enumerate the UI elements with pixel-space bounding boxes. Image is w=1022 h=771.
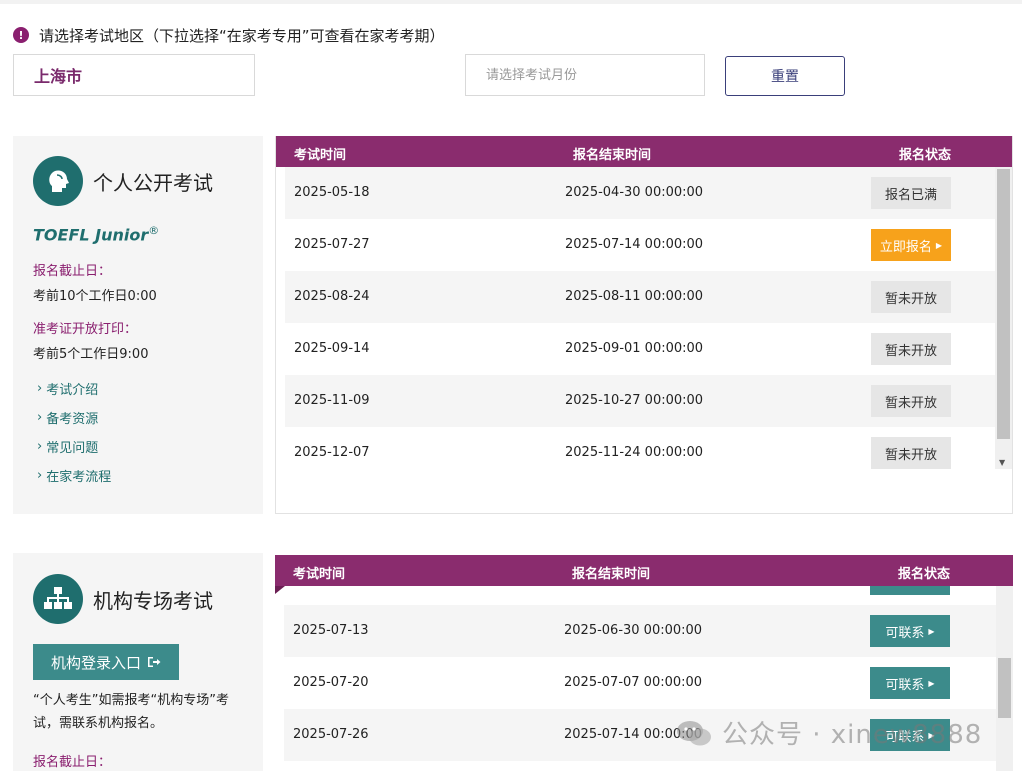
link-faq[interactable]: › 常见问题 bbox=[37, 432, 111, 461]
table-row: 2025-05-18 2025-04-30 00:00:00 报名已满 bbox=[285, 167, 997, 219]
institution-exam-card: 机构专场考试 机构登录入口 “个人考生”如需报考“机构专场”考试，需联系机构报名… bbox=[13, 553, 263, 771]
col-status: 报名状态 bbox=[898, 567, 951, 582]
contact-button[interactable]: 可联系 ▶ bbox=[870, 667, 950, 699]
chevron-right-icon: › bbox=[37, 410, 43, 425]
top-divider bbox=[0, 0, 1022, 4]
status-button-partial[interactable] bbox=[870, 586, 950, 595]
scrollbar-thumb[interactable] bbox=[998, 658, 1011, 718]
status-button[interactable]: 暂未开放 bbox=[871, 333, 951, 365]
reg-end-time: 2025-07-14 00:00:00 bbox=[565, 237, 704, 252]
table-row: 2025-09-14 2025-09-01 00:00:00 暂未开放 bbox=[285, 323, 997, 375]
wechat-icon bbox=[677, 720, 711, 745]
institution-note: “个人考生”如需报考“机构专场”考试，需联系机构报名。 bbox=[33, 693, 229, 731]
deadline-label: 报名截止日： bbox=[33, 264, 112, 279]
col-status: 报名状态 bbox=[899, 148, 952, 163]
month-input[interactable] bbox=[465, 54, 705, 96]
link-prep-resources[interactable]: › 备考资源 bbox=[37, 403, 111, 432]
status-button[interactable]: 暂未开放 bbox=[871, 437, 951, 469]
table-row: 2025-07-13 2025-06-30 00:00:00 可联系 ▶ bbox=[284, 605, 996, 657]
exam-date: 2025-11-09 bbox=[294, 393, 370, 408]
deadline-value: 考前10个工作日0:00 bbox=[33, 289, 157, 304]
alert-icon: ! bbox=[13, 27, 29, 43]
exam-date: 2025-08-24 bbox=[294, 289, 370, 304]
region-select-value: 上海市 bbox=[34, 67, 83, 86]
region-notice: ! 请选择考试地区（下拉选择“在家考专用”可查看在家考考期） bbox=[13, 25, 445, 45]
reg-end-time: 2025-07-07 00:00:00 bbox=[564, 675, 703, 690]
triangle-right-icon: ▶ bbox=[935, 240, 943, 250]
exam-date: 2025-07-26 bbox=[293, 727, 369, 742]
status-button[interactable]: 报名已满 bbox=[871, 177, 951, 209]
status-button[interactable]: 暂未开放 bbox=[871, 385, 951, 417]
triangle-right-icon: ▶ bbox=[928, 678, 935, 688]
exam-date: 2025-07-27 bbox=[294, 237, 370, 252]
reg-end-time: 2025-10-27 00:00:00 bbox=[565, 393, 704, 408]
reset-button[interactable]: 重置 bbox=[725, 56, 845, 96]
reg-end-time: 2025-06-30 00:00:00 bbox=[564, 623, 703, 638]
table-row: 2025-07-20 2025-07-07 00:00:00 可联系 ▶ bbox=[284, 657, 996, 709]
wechat-watermark: 公众号 · xinew8888 bbox=[676, 714, 982, 751]
chevron-right-icon: › bbox=[37, 439, 43, 454]
personal-exam-title: 个人公开考试 bbox=[93, 170, 213, 195]
reg-end-time: 2025-04-30 00:00:00 bbox=[565, 185, 704, 200]
scroll-down-icon[interactable]: ▼ bbox=[999, 458, 1005, 467]
table-header: 考试时间 报名结束时间 报名状态 bbox=[275, 555, 1013, 594]
chevron-right-icon: › bbox=[37, 468, 43, 483]
col-reg-end: 报名结束时间 bbox=[573, 148, 652, 163]
toefl-junior-logo: TOEFL Junior® bbox=[33, 224, 160, 245]
personal-exam-table: 考试时间 报名结束时间 报名状态 2025-05-18 2025-04-30 0… bbox=[275, 136, 1013, 514]
org-chart-icon bbox=[33, 574, 83, 624]
col-exam-date: 考试时间 bbox=[294, 148, 347, 163]
region-select[interactable]: 上海市 bbox=[13, 54, 255, 96]
reg-end-time: 2025-09-01 00:00:00 bbox=[565, 341, 704, 356]
table-row: 2025-07-27 2025-07-14 00:00:00 立即报名 ▶ bbox=[285, 219, 997, 271]
exam-date: 2025-05-18 bbox=[294, 185, 370, 200]
table-body: 2025-05-18 2025-04-30 00:00:00 报名已满 2025… bbox=[285, 167, 997, 479]
table-header: 考试时间 报名结束时间 报名状态 bbox=[276, 136, 1012, 167]
link-home-exam-flow[interactable]: › 在家考流程 bbox=[37, 461, 111, 490]
exam-date: 2025-12-07 bbox=[294, 445, 370, 460]
triangle-right-icon: ▶ bbox=[928, 626, 935, 636]
personal-exam-card: 个人公开考试 TOEFL Junior® 报名截止日： 考前10个工作日0:00… bbox=[13, 136, 263, 514]
exam-date: 2025-07-20 bbox=[293, 675, 369, 690]
table-row: 2025-12-07 2025-11-24 00:00:00 暂未开放 bbox=[285, 427, 997, 479]
table-row: 2025-08-24 2025-08-11 00:00:00 暂未开放 bbox=[285, 271, 997, 323]
link-exam-intro[interactable]: › 考试介绍 bbox=[37, 374, 111, 403]
side-links: › 考试介绍 › 备考资源 › 常见问题 › 在家考流程 bbox=[37, 374, 111, 490]
scrollbar-thumb[interactable] bbox=[997, 169, 1010, 439]
personal-exam-header: 个人公开考试 bbox=[33, 156, 213, 206]
exam-date: 2025-09-14 bbox=[294, 341, 370, 356]
register-now-button[interactable]: 立即报名 ▶ bbox=[871, 229, 951, 261]
reg-end-time: 2025-11-24 00:00:00 bbox=[565, 445, 704, 460]
print-value: 考前5个工作日9:00 bbox=[33, 347, 149, 362]
exam-date: 2025-07-13 bbox=[293, 623, 369, 638]
print-label: 准考证开放打印： bbox=[33, 322, 138, 337]
region-notice-text: 请选择考试地区（下拉选择“在家考专用”可查看在家考考期） bbox=[39, 26, 445, 45]
table-row: 2025-11-09 2025-10-27 00:00:00 暂未开放 bbox=[285, 375, 997, 427]
contact-button[interactable]: 可联系 ▶ bbox=[870, 615, 950, 647]
watermark-text: 公众号 · xinew8888 bbox=[722, 720, 983, 750]
table-scrollbar[interactable]: ▼ bbox=[995, 167, 1012, 469]
person-head-icon bbox=[33, 156, 83, 206]
col-reg-end: 报名结束时间 bbox=[572, 567, 651, 582]
table-scrollbar[interactable] bbox=[996, 586, 1013, 771]
institution-exam-title: 机构专场考试 bbox=[93, 588, 213, 613]
status-button[interactable]: 暂未开放 bbox=[871, 281, 951, 313]
reg-end-time: 2025-08-11 00:00:00 bbox=[565, 289, 704, 304]
table-row-partial bbox=[284, 586, 996, 605]
login-arrow-icon bbox=[148, 657, 161, 667]
col-exam-date: 考试时间 bbox=[293, 567, 346, 582]
org-login-button[interactable]: 机构登录入口 bbox=[33, 644, 179, 680]
institution-exam-header: 机构专场考试 bbox=[33, 574, 213, 624]
chevron-right-icon: › bbox=[37, 381, 43, 396]
institution-deadline-label: 报名截止日： bbox=[33, 755, 112, 770]
